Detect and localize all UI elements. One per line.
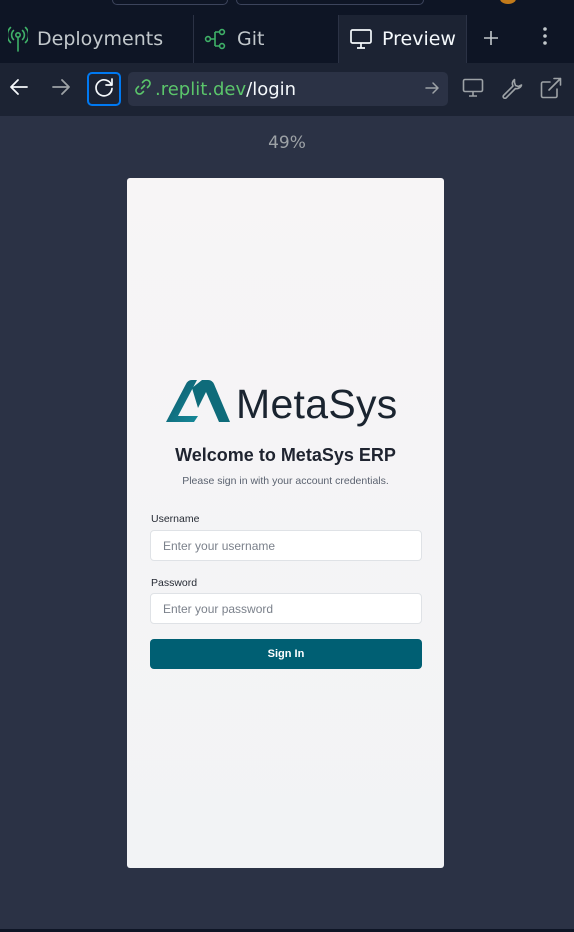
more-options-button[interactable] — [515, 15, 574, 63]
tab-label: Git — [237, 28, 265, 50]
arrow-right-icon — [51, 78, 71, 100]
tab-deployments[interactable]: Deployments — [0, 15, 194, 63]
password-field[interactable] — [150, 593, 422, 624]
tab-label: Deployments — [37, 28, 164, 50]
tab-label: Preview — [382, 28, 456, 50]
username-field[interactable] — [150, 530, 422, 561]
open-new-tab-button[interactable] — [539, 77, 563, 103]
external-link-icon — [540, 77, 562, 103]
url-bar: .replit.dev/login — [0, 64, 574, 116]
brand-name: MetaSys — [236, 380, 398, 427]
metasys-logo-icon — [166, 379, 230, 429]
device-preview-button[interactable] — [461, 78, 485, 102]
wrench-icon — [501, 77, 523, 103]
preview-viewport: MetaSys Welcome to MetaSys ERP Please si… — [127, 178, 444, 868]
top-ghost-tab — [112, 0, 228, 5]
deployments-icon — [8, 26, 28, 52]
zoom-level: 49% — [268, 133, 306, 153]
top-strip — [0, 0, 574, 15]
sign-in-button[interactable]: Sign In — [150, 639, 422, 669]
back-button[interactable] — [2, 72, 36, 106]
page-title: Welcome to MetaSys ERP — [175, 445, 396, 465]
top-ghost-tab — [236, 0, 424, 5]
username-label: Username — [151, 513, 200, 525]
avatar[interactable] — [500, 0, 516, 4]
url-path: /login — [246, 78, 297, 100]
brand-logo: MetaSys — [166, 378, 411, 430]
reload-icon — [93, 76, 115, 102]
tab-bar: Deployments Git Preview — [0, 15, 574, 64]
password-label: Password — [151, 577, 198, 589]
url-host: .replit.dev — [155, 78, 247, 100]
url-field[interactable]: .replit.dev/login — [128, 72, 448, 106]
page-subtitle: Please sign in with your account credent… — [182, 475, 389, 487]
devtools-button[interactable] — [500, 78, 524, 102]
forward-button[interactable] — [44, 72, 78, 106]
arrow-left-icon — [9, 78, 29, 100]
kebab-icon — [542, 26, 548, 52]
monitor-icon — [462, 78, 484, 102]
git-icon — [204, 27, 228, 51]
add-tab-button[interactable] — [467, 15, 515, 63]
link-icon — [134, 78, 152, 101]
arrow-right-icon[interactable] — [424, 80, 440, 101]
tab-git[interactable]: Git — [194, 15, 339, 63]
monitor-icon — [349, 28, 373, 50]
tab-preview[interactable]: Preview — [339, 15, 467, 63]
reload-button[interactable] — [87, 72, 121, 106]
plus-icon — [483, 27, 499, 52]
